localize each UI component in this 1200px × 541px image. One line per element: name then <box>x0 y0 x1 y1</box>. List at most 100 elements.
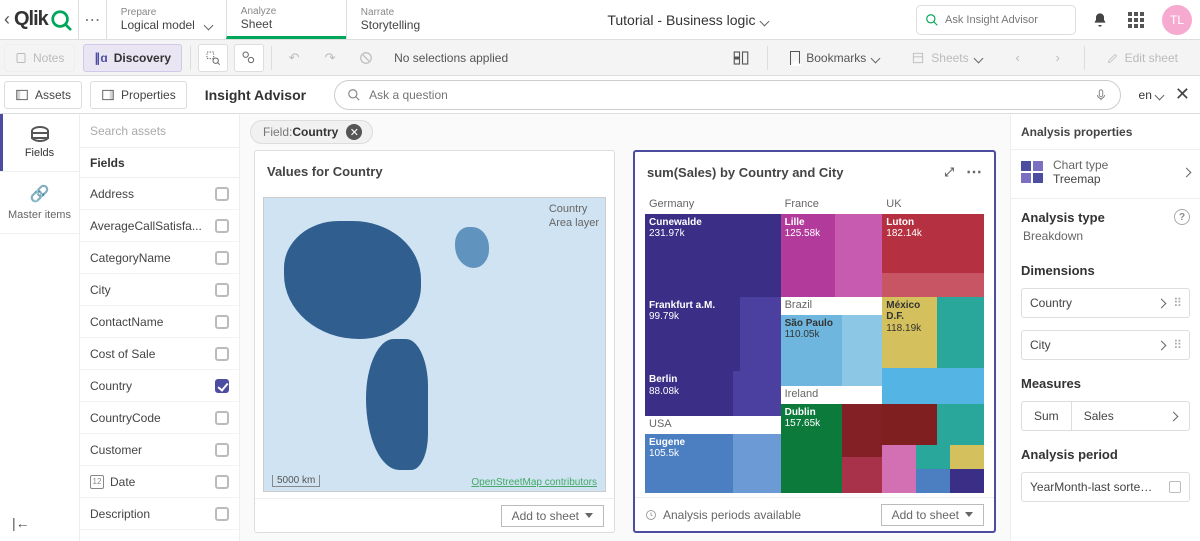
card-treemap[interactable]: sum(Sales) by Country and City ⤢ ⋯ Germa… <box>633 150 996 533</box>
field-checkbox[interactable] <box>215 219 229 233</box>
selection-chip[interactable]: Field:Country ✕ <box>250 120 373 144</box>
treemap-cell[interactable]: Lille125.58k <box>781 214 835 297</box>
treemap-cell[interactable] <box>882 273 936 297</box>
drag-handle-icon[interactable]: ⠿ <box>1173 338 1181 352</box>
field-row[interactable]: Cost of Sale <box>80 338 239 370</box>
assets-button[interactable]: Assets <box>4 81 82 109</box>
periods-link[interactable]: Analysis periods available <box>663 508 801 522</box>
field-checkbox[interactable] <box>215 187 229 201</box>
treemap-cell[interactable] <box>950 445 984 469</box>
rail-fields[interactable]: Fields <box>0 114 79 172</box>
field-checkbox[interactable] <box>215 475 229 489</box>
field-row[interactable]: Description <box>80 498 239 530</box>
treemap-cell[interactable]: Cunewalde231.97k <box>645 214 781 297</box>
treemap-cell[interactable]: Luton182.14k <box>882 214 984 273</box>
treemap-cell[interactable] <box>842 404 883 457</box>
field-row[interactable]: CategoryName <box>80 242 239 274</box>
field-row[interactable]: 12Date <box>80 466 239 498</box>
app-menu-icon[interactable]: ⋯ <box>78 0 106 39</box>
field-row[interactable]: Country <box>80 370 239 402</box>
treemap-cell[interactable] <box>937 297 984 333</box>
discovery-button[interactable]: ∥ɑ Discovery <box>83 44 182 72</box>
alternate-states-icon[interactable] <box>726 44 756 72</box>
selections-tool-icon[interactable] <box>234 44 264 72</box>
notes-button[interactable]: Notes <box>4 44 75 72</box>
step-forward-icon[interactable]: ↷ <box>315 44 345 72</box>
treemap-cell[interactable] <box>859 255 883 297</box>
treemap-cell[interactable] <box>835 214 882 256</box>
analysis-period-row[interactable]: YearMonth-last sorte… <box>1021 472 1190 502</box>
properties-button[interactable]: Properties <box>90 81 187 109</box>
chip-remove-icon[interactable]: ✕ <box>346 124 362 140</box>
notifications-icon[interactable] <box>1082 0 1118 40</box>
map-attribution[interactable]: OpenStreetMap contributors <box>471 477 597 488</box>
treemap-cell[interactable]: México D.F.118.19k <box>882 297 936 368</box>
treemap-cell[interactable] <box>937 273 984 297</box>
prev-sheet-icon[interactable]: ‹ <box>1003 44 1033 72</box>
language-dropdown[interactable]: en <box>1139 88 1163 102</box>
treemap-cell[interactable] <box>733 434 780 493</box>
bookmarks-dropdown[interactable]: Bookmarks <box>780 44 889 72</box>
sheets-dropdown[interactable]: Sheets <box>901 44 991 72</box>
checkbox-icon[interactable] <box>1169 481 1181 493</box>
help-icon[interactable]: ? <box>1174 209 1190 225</box>
treemap-cell[interactable] <box>937 404 984 446</box>
field-row[interactable]: Customer <box>80 434 239 466</box>
treemap-cell[interactable] <box>842 315 883 351</box>
app-launcher-icon[interactable] <box>1118 0 1154 40</box>
field-checkbox[interactable] <box>215 379 229 393</box>
treemap-cell[interactable] <box>950 469 984 493</box>
add-to-sheet-button[interactable]: Add to sheet <box>881 504 984 526</box>
question-input[interactable] <box>334 80 1120 110</box>
measure-agg[interactable]: Sum <box>1022 402 1072 430</box>
nav-prepare[interactable]: Prepare Logical model <box>106 0 226 39</box>
avatar[interactable]: TL <box>1162 5 1192 35</box>
field-checkbox[interactable] <box>215 507 229 521</box>
treemap-cell[interactable] <box>882 445 916 493</box>
dimension-row-city[interactable]: City ⠿ <box>1021 330 1190 360</box>
treemap-cell[interactable] <box>835 255 859 297</box>
treemap-cell[interactable] <box>937 368 984 404</box>
drag-handle-icon[interactable]: ⠿ <box>1173 296 1181 310</box>
back-icon[interactable]: ‹ <box>4 9 10 30</box>
close-icon[interactable]: ✕ <box>1175 84 1190 105</box>
field-row[interactable]: Address <box>80 178 239 210</box>
treemap-cell[interactable] <box>740 297 781 371</box>
field-checkbox[interactable] <box>215 315 229 329</box>
mic-icon[interactable] <box>1094 88 1108 102</box>
step-back-icon[interactable]: ↶ <box>279 44 309 72</box>
treemap-cell[interactable] <box>916 469 950 493</box>
fullscreen-icon[interactable]: ⤢ <box>944 165 954 180</box>
treemap-cell[interactable] <box>916 445 950 469</box>
field-checkbox[interactable] <box>215 283 229 297</box>
treemap-cell[interactable]: São Paulo110.05k <box>781 315 842 386</box>
field-checkbox[interactable] <box>215 411 229 425</box>
chart-type-row[interactable]: Chart type Treemap <box>1011 150 1200 199</box>
nav-narrate[interactable]: Narrate Storytelling <box>346 0 466 39</box>
insight-search[interactable]: Ask Insight Advisor <box>916 5 1076 35</box>
collapse-rail-icon[interactable]: |← <box>0 505 79 541</box>
measure-row[interactable]: Sum Sales <box>1021 401 1190 431</box>
field-checkbox[interactable] <box>215 251 229 265</box>
treemap-cell[interactable] <box>937 333 984 369</box>
field-checkbox[interactable] <box>215 347 229 361</box>
field-row[interactable]: ContactName <box>80 306 239 338</box>
field-row[interactable]: CountryCode <box>80 402 239 434</box>
dimension-row-country[interactable]: Country ⠿ <box>1021 288 1190 318</box>
edit-sheet-button[interactable]: Edit sheet <box>1097 44 1188 72</box>
treemap-chart[interactable]: GermanyFranceUK Cunewalde231.97k Frankfu… <box>645 196 984 493</box>
treemap-cell[interactable] <box>842 457 883 493</box>
next-sheet-icon[interactable]: › <box>1043 44 1073 72</box>
nav-analyze[interactable]: Analyze Sheet <box>226 0 346 39</box>
treemap-cell[interactable] <box>882 404 936 446</box>
treemap-cell[interactable]: Frankfurt a.M.99.79k <box>645 297 740 371</box>
treemap-cell[interactable]: Berlin88.08k <box>645 371 733 416</box>
smart-search-icon[interactable] <box>198 44 228 72</box>
treemap-cell[interactable]: Eugene105.5k <box>645 434 733 493</box>
app-title-dropdown[interactable]: Tutorial - Business logic <box>466 0 910 39</box>
add-to-sheet-button[interactable]: Add to sheet <box>501 505 604 527</box>
field-row[interactable]: City <box>80 274 239 306</box>
field-row[interactable]: AverageCallSatisfa... <box>80 210 239 242</box>
field-checkbox[interactable] <box>215 443 229 457</box>
treemap-cell[interactable] <box>733 371 780 416</box>
